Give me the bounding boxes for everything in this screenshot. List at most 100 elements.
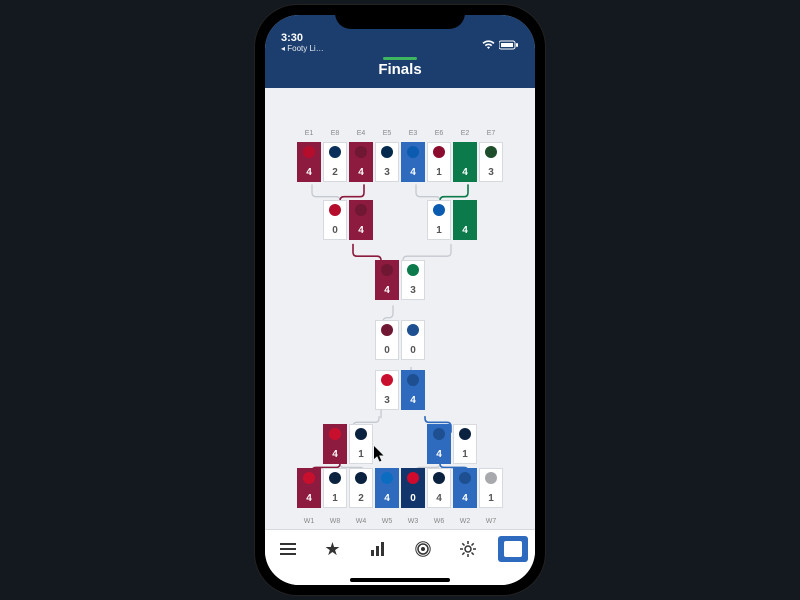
score: 0 [332,225,338,236]
podcast-icon[interactable] [408,536,438,562]
team-logo-bos [459,204,471,216]
gear-icon[interactable] [453,536,483,562]
score: 0 [410,493,416,504]
seed-label: W4 [349,518,373,525]
header: Finals [265,55,535,88]
bracket[interactable]: E1E8E4E5E3E6E2E7 42434143 0414 43 00 34 … [265,88,535,529]
matchup-cell[interactable]: 3 [375,370,399,410]
west-round2[interactable]: 4141 [265,424,535,464]
east-round2[interactable]: 0414 [265,200,535,240]
matchup-cell[interactable]: 2 [323,142,347,182]
finals[interactable]: 00 [265,320,535,360]
seed-label: E2 [453,130,477,137]
team-logo-min [329,472,341,484]
matchup-cell[interactable]: 0 [401,468,425,508]
seed-label: E7 [479,130,503,137]
team-logo-nop [433,472,445,484]
chart-icon[interactable] [363,536,393,562]
matchup-cell[interactable]: 4 [349,200,373,240]
seed-label: E3 [401,130,425,137]
matchup-cell[interactable]: 4 [323,424,347,464]
team-logo-cle [355,146,367,158]
matchup-cell[interactable]: 0 [323,200,347,240]
score: 0 [410,345,416,356]
team-logo-nop [459,428,471,440]
seed-label: E8 [323,130,347,137]
matchup-cell[interactable]: 0 [375,320,399,360]
score: 4 [384,285,390,296]
screen: 3:30 ◂ Footy Li… Finals [265,15,535,585]
matchup-cell[interactable]: 1 [427,200,451,240]
score: 2 [358,493,364,504]
team-logo-phi [407,146,419,158]
matchup-cell[interactable]: 1 [323,468,347,508]
score: 4 [306,493,312,504]
matchup-cell[interactable]: 1 [427,142,451,182]
page-title: Finals [378,61,421,78]
matchup-cell[interactable]: 4 [297,142,321,182]
tab-bar: ★★ [265,529,535,585]
team-logo-mia [433,146,445,158]
team-logo-hou [303,472,315,484]
team-logo-gsw [407,374,419,386]
score: 4 [410,395,416,406]
star-icon[interactable]: ★ [318,536,348,562]
notch [335,5,465,29]
team-logo-gsw [407,324,419,336]
seed-label: W5 [375,518,399,525]
bracket-icon[interactable]: ★ [498,536,528,562]
header-indicator [383,57,417,60]
east-round1[interactable]: 42434143 [265,142,535,182]
east-conf-final[interactable]: 43 [265,260,535,300]
matchup-cell[interactable]: 3 [401,260,425,300]
wifi-icon [482,40,495,53]
team-logo-was [329,146,341,158]
score: 1 [358,449,364,460]
seed-label: W3 [401,518,425,525]
score: 3 [384,167,390,178]
matchup-cell[interactable]: 4 [349,142,373,182]
matchup-cell[interactable]: 1 [349,424,373,464]
seed-label: W2 [453,518,477,525]
matchup-cell[interactable]: 0 [401,320,425,360]
phone-frame: 3:30 ◂ Footy Li… Finals [255,5,545,595]
menu-icon[interactable] [273,536,303,562]
team-logo-bos [407,264,419,276]
matchup-cell[interactable]: 4 [427,468,451,508]
team-logo-cle [381,264,393,276]
team-logo-bos [459,146,471,158]
svg-text:★: ★ [509,544,515,552]
score: 4 [332,449,338,460]
seed-label: E6 [427,130,451,137]
matchup-cell[interactable]: 3 [479,142,503,182]
west-round1[interactable]: 41240441 [265,468,535,508]
matchup-cell[interactable]: 2 [349,468,373,508]
matchup-cell[interactable]: 4 [375,260,399,300]
matchup-cell[interactable]: 1 [479,468,503,508]
matchup-cell[interactable]: 3 [375,142,399,182]
matchup-cell[interactable]: 4 [453,200,477,240]
matchup-cell[interactable]: 4 [375,468,399,508]
matchup-cell[interactable]: 4 [401,142,425,182]
matchup-cell[interactable]: 1 [453,424,477,464]
back-to-app[interactable]: ◂ Footy Li… [281,44,324,53]
matchup-cell[interactable]: 4 [453,468,477,508]
seed-label: E4 [349,130,373,137]
matchup-cell[interactable]: 4 [427,424,451,464]
score: 4 [306,167,312,178]
team-logo-hou [381,374,393,386]
team-logo-por [407,472,419,484]
team-logo-uta [355,428,367,440]
team-logo-gsw [459,472,471,484]
score: 4 [462,493,468,504]
matchup-cell[interactable]: 4 [453,142,477,182]
score: 1 [332,493,338,504]
score: 4 [462,167,468,178]
score: 3 [488,167,494,178]
matchup-cell[interactable]: 4 [297,468,321,508]
west-conf-final[interactable]: 34 [265,370,535,410]
seed-label: W8 [323,518,347,525]
score: 4 [462,225,468,236]
matchup-cell[interactable]: 4 [401,370,425,410]
home-indicator [350,578,450,582]
